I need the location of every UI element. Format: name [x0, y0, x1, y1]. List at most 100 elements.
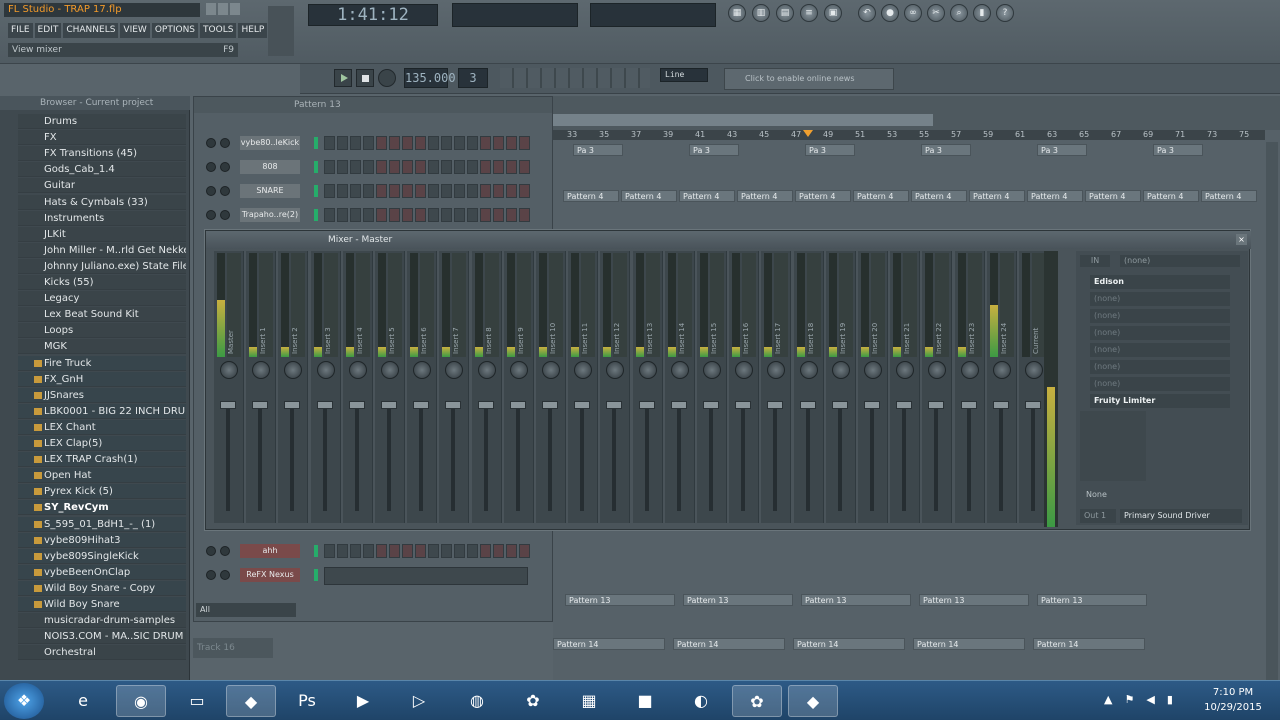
pan-knob[interactable] [509, 361, 528, 379]
pan-knob[interactable] [413, 361, 432, 379]
browser-file[interactable]: LEX Chant [18, 419, 186, 435]
fader-handle[interactable] [509, 401, 526, 409]
fl-studio-old-icon[interactable]: ◆ [226, 685, 276, 717]
browser-file[interactable]: JJSnares [18, 387, 186, 403]
fader-handle[interactable] [542, 401, 558, 409]
menu-tools[interactable]: TOOLS [200, 23, 237, 38]
channel-volume-knob[interactable] [206, 186, 216, 196]
pan-knob[interactable] [477, 361, 496, 379]
network-icon[interactable]: ▮ [1167, 693, 1173, 709]
browser-file[interactable]: Wild Boy Snare [18, 597, 186, 612]
fader-handle[interactable] [670, 401, 687, 409]
fader-handle[interactable] [864, 401, 880, 409]
mixer-track[interactable]: Insert 5 [375, 251, 405, 523]
volume-fader[interactable] [419, 401, 424, 511]
channel-volume-knob[interactable] [206, 138, 216, 148]
pan-knob[interactable] [896, 361, 915, 379]
channel-name-button[interactable]: 808 [240, 160, 300, 174]
channel-volume-knob[interactable] [206, 210, 216, 220]
volume-fader[interactable] [387, 401, 391, 511]
file-explorer-icon[interactable]: ▭ [172, 685, 222, 717]
pattern-clip[interactable]: Pa 3 [573, 144, 623, 156]
pan-knob[interactable] [735, 361, 754, 379]
video-player-icon[interactable]: ▷ [394, 685, 444, 717]
channel-volume-knob[interactable] [206, 162, 216, 172]
pan-knob[interactable] [252, 361, 271, 379]
fx-slot[interactable]: Edison [1090, 275, 1230, 289]
browser-folder[interactable]: JLKit [18, 226, 186, 242]
mixer-track[interactable]: Insert 22 [922, 251, 953, 523]
fl-studio-active-icon[interactable]: ✿ [732, 685, 782, 717]
volume-fader[interactable] [773, 401, 778, 511]
browser-file[interactable]: Fire Truck [18, 355, 186, 371]
pan-knob[interactable] [348, 361, 367, 379]
stop-button[interactable] [356, 69, 374, 87]
browser-folder[interactable]: Instruments [18, 210, 186, 226]
fader-handle[interactable] [992, 401, 1009, 409]
channel-name-button[interactable]: ahh [240, 544, 300, 558]
browser-file[interactable]: vybeBeenOnClap [18, 564, 186, 580]
mixer-track[interactable]: Insert 9 [503, 251, 534, 523]
volume-fader[interactable] [515, 401, 520, 511]
record-button[interactable] [378, 69, 396, 87]
channel-row[interactable]: ReFX Nexus #2 [202, 565, 547, 585]
channel-rack-icon[interactable]: ▤ [776, 4, 794, 22]
fader-handle[interactable] [735, 401, 752, 409]
menu-options[interactable]: OPTIONS [151, 23, 199, 38]
pattern-clip[interactable]: Pattern 14 [913, 638, 1025, 650]
volume-fader[interactable] [966, 401, 971, 511]
cut-icon[interactable]: ✂ [927, 4, 945, 22]
volume-fader[interactable] [612, 401, 617, 511]
playlist-icon[interactable]: ▦ [728, 4, 746, 22]
pattern-clip[interactable]: Pattern 14 [1033, 638, 1145, 650]
volume-fader[interactable] [870, 401, 874, 511]
channel-row[interactable]: SNARE [202, 181, 547, 201]
fader-handle[interactable] [638, 401, 655, 409]
pattern-clip[interactable]: Pattern 4 [969, 190, 1025, 202]
mixer-track[interactable]: Insert 14 [664, 251, 695, 523]
browser-folder[interactable]: NOIS3.COM - MA..SIC DRUM KIT [18, 629, 186, 645]
start-button[interactable]: ❖ [4, 683, 44, 719]
volume-fader[interactable] [676, 401, 681, 511]
fx-slot[interactable]: (none) [1090, 360, 1230, 374]
mixer-track[interactable]: Insert 13 [632, 251, 663, 523]
channel-volume-knob[interactable] [206, 546, 216, 556]
pan-knob[interactable] [638, 361, 657, 379]
browser-file[interactable]: Open Hat [18, 468, 186, 484]
save-icon[interactable]: ▮ [973, 4, 991, 22]
undo-icon[interactable]: ↶ [858, 4, 876, 22]
step-sequencer[interactable] [324, 544, 530, 558]
pattern-clip[interactable]: Pattern 4 [621, 190, 677, 202]
browser-folder[interactable]: Hats & Cymbals (33) [18, 194, 186, 210]
help-icon[interactable]: ? [996, 4, 1014, 22]
fx-slot[interactable]: (none) [1090, 377, 1230, 391]
mixer-track[interactable]: Insert 10 [536, 251, 566, 523]
volume-fader[interactable] [322, 401, 327, 511]
master-volume-slider[interactable] [268, 6, 294, 56]
browser-file[interactable]: LBK0001 - BIG 22 INCH DRUM [18, 403, 186, 419]
volume-fader[interactable] [709, 401, 713, 511]
news-panel[interactable]: Click to enable online news [724, 68, 894, 90]
channel-select-led[interactable] [314, 161, 318, 173]
browser-file[interactable]: LEX TRAP Crash(1) [18, 452, 186, 468]
pattern-clip[interactable]: Pattern 4 [795, 190, 851, 202]
mixer-track[interactable]: Insert 19 [825, 251, 856, 523]
pan-knob[interactable] [670, 361, 689, 379]
pan-knob[interactable] [542, 361, 560, 379]
mixer-track[interactable]: Insert 18 [793, 251, 824, 523]
pattern-clip[interactable]: Pattern 4 [679, 190, 735, 202]
vertical-scrollbar[interactable] [1266, 142, 1278, 682]
pan-knob[interactable] [606, 361, 625, 379]
channel-volume-knob[interactable] [206, 570, 216, 580]
volume-fader[interactable] [548, 401, 552, 511]
browser-icon[interactable]: ▣ [824, 4, 842, 22]
channel-pan-knob[interactable] [220, 570, 230, 580]
mixer-icon[interactable]: ≡ [800, 4, 818, 22]
volume-fader[interactable] [451, 401, 456, 511]
fader-handle[interactable] [348, 401, 365, 409]
mixer-track[interactable]: Insert 3 [310, 251, 341, 523]
mixer-track[interactable]: Insert 21 [890, 251, 921, 523]
channel-row[interactable]: vybe80..leKick [202, 133, 547, 153]
pattern-clip[interactable]: Pattern 13 [565, 594, 675, 606]
input-device[interactable]: (none) [1120, 255, 1240, 267]
